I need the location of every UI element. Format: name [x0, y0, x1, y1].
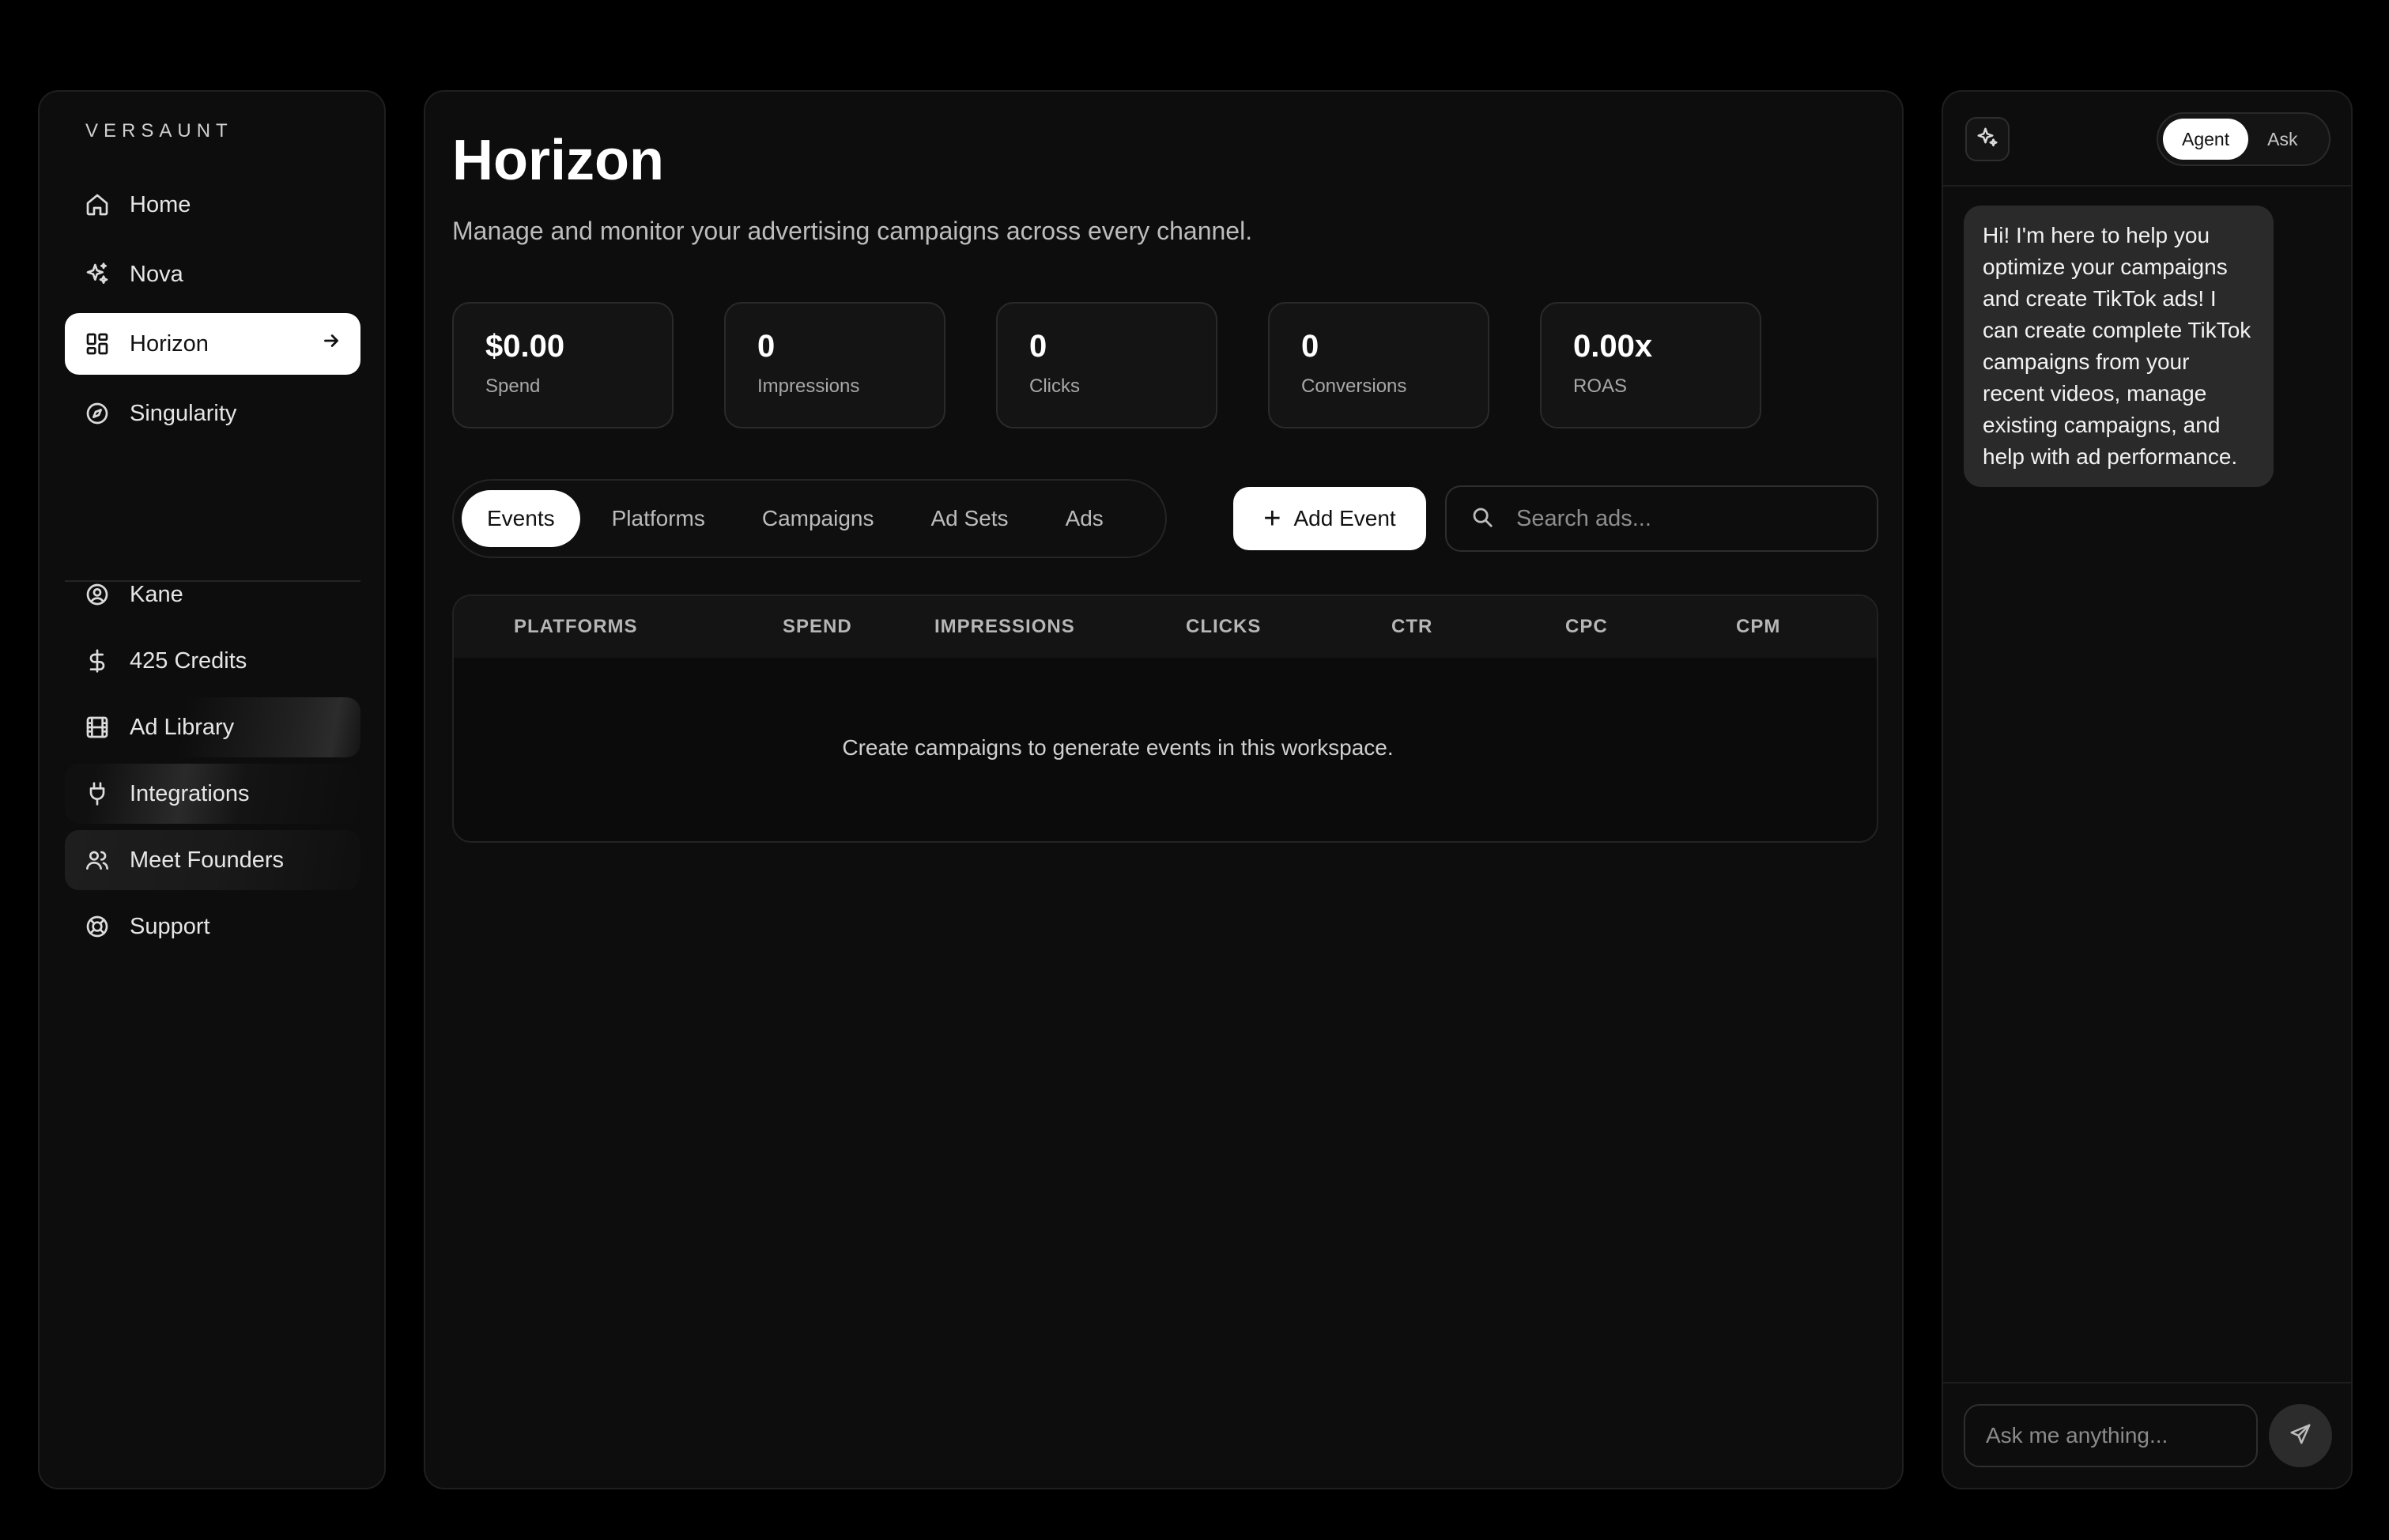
stat-label: Spend	[485, 376, 541, 397]
stat-value: 0.00x	[1573, 329, 1653, 364]
stats-row: $0.00 Spend 0 Impressions 0 Clicks 0 Con…	[452, 302, 1761, 428]
stat-card-roas: 0.00x ROAS	[1540, 302, 1761, 428]
sidebar-item-nova[interactable]: Nova	[65, 243, 360, 305]
sidebar-item-label: Nova	[130, 261, 183, 287]
dollar-icon	[84, 647, 111, 674]
assistant-panel: Agent Ask Hi! I'm here to help you optim…	[1942, 90, 2353, 1489]
home-icon	[84, 191, 111, 218]
mode-ask[interactable]: Ask	[2248, 119, 2316, 160]
sparkles-icon	[1976, 126, 1999, 153]
sidebar-item-label: Home	[130, 191, 191, 217]
mode-toggle: Agent Ask	[2157, 112, 2331, 166]
stat-value: 0	[757, 329, 776, 364]
tab-ad-sets[interactable]: Ad Sets	[906, 490, 1034, 547]
page-title: Horizon	[452, 129, 664, 192]
sidebar-item-support[interactable]: Support	[65, 896, 360, 957]
stat-label: Conversions	[1301, 376, 1407, 397]
sidebar: VERSAUNT Home Nova Horizon Singularity K…	[38, 90, 386, 1489]
column-header-platforms[interactable]: PLATFORMS	[514, 596, 638, 658]
lifebuoy-icon	[84, 913, 111, 940]
sidebar-item-integrations[interactable]: Integrations	[65, 764, 360, 824]
stat-card-conversions: 0 Conversions	[1268, 302, 1489, 428]
plus-icon: +	[1263, 502, 1281, 535]
tab-ads[interactable]: Ads	[1040, 490, 1129, 547]
stat-card-clicks: 0 Clicks	[996, 302, 1217, 428]
add-event-button[interactable]: + Add Event	[1233, 487, 1426, 550]
film-icon	[84, 714, 111, 741]
column-header-ctr[interactable]: CTR	[1391, 596, 1432, 658]
dashboard-grid-icon	[84, 330, 111, 357]
plug-icon	[84, 780, 111, 807]
brand-logo: VERSAUNT	[85, 120, 233, 142]
compass-icon	[84, 400, 111, 427]
sidebar-item-label: Support	[130, 913, 210, 939]
chat-input-box	[1964, 1404, 2258, 1467]
column-header-cpm[interactable]: CPM	[1736, 596, 1780, 658]
stat-label: ROAS	[1573, 376, 1628, 397]
arrow-right-icon	[321, 330, 342, 357]
send-icon	[2289, 1422, 2312, 1450]
tab-campaigns[interactable]: Campaigns	[737, 490, 900, 547]
column-header-spend[interactable]: SPEND	[783, 596, 852, 658]
column-header-cpc[interactable]: CPC	[1565, 596, 1608, 658]
table-header: PLATFORMS SPEND IMPRESSIONS CLICKS CTR C…	[454, 596, 1877, 658]
search-input[interactable]	[1515, 504, 1853, 533]
tab-events[interactable]: Events	[462, 490, 580, 547]
sidebar-item-label: Kane	[130, 581, 183, 607]
chat-footer	[1943, 1382, 2351, 1488]
stat-value: 0	[1029, 329, 1047, 364]
page-subtitle: Manage and monitor your advertising camp…	[452, 217, 1253, 245]
sidebar-item-credits[interactable]: 425 Credits	[65, 631, 360, 691]
sidebar-item-label: 425 Credits	[130, 647, 247, 674]
send-button[interactable]	[2269, 1404, 2332, 1467]
sparkles-icon	[84, 261, 111, 288]
sidebar-item-profile[interactable]: Kane	[65, 564, 360, 625]
sidebar-item-ad-library[interactable]: Ad Library	[65, 697, 360, 757]
user-circle-icon	[84, 581, 111, 608]
sidebar-item-label: Horizon	[130, 330, 209, 357]
sidebar-item-label: Integrations	[130, 780, 250, 806]
events-table: PLATFORMS SPEND IMPRESSIONS CLICKS CTR C…	[452, 594, 1878, 843]
sidebar-item-singularity[interactable]: Singularity	[65, 383, 360, 444]
chat-input[interactable]	[1984, 1422, 2237, 1449]
sidebar-item-label: Singularity	[130, 400, 237, 426]
mode-agent[interactable]: Agent	[2163, 119, 2249, 160]
assistant-sparkle-button[interactable]	[1965, 117, 2010, 161]
tab-platforms[interactable]: Platforms	[587, 490, 730, 547]
sidebar-item-home[interactable]: Home	[65, 174, 360, 236]
users-icon	[84, 847, 111, 874]
add-event-label: Add Event	[1293, 506, 1396, 530]
stat-card-impressions: 0 Impressions	[724, 302, 945, 428]
secondary-nav: Kane 425 Credits Ad Library Integrations…	[65, 564, 360, 963]
empty-state-message: Create campaigns to generate events in t…	[842, 735, 1394, 760]
stat-label: Impressions	[757, 376, 860, 397]
primary-nav: Home Nova Horizon Singularity	[65, 174, 360, 452]
stat-label: Clicks	[1029, 376, 1080, 397]
chat-header: Agent Ask	[1943, 92, 2351, 187]
main-panel: Horizon Manage and monitor your advertis…	[424, 90, 1904, 1489]
stat-value: $0.00	[485, 329, 565, 364]
stat-card-spend: $0.00 Spend	[452, 302, 674, 428]
sidebar-item-label: Meet Founders	[130, 847, 285, 873]
sidebar-item-horizon[interactable]: Horizon	[65, 313, 360, 375]
stat-value: 0	[1301, 329, 1319, 364]
sidebar-item-label: Ad Library	[130, 714, 235, 740]
assistant-message: Hi! I'm here to help you optimize your c…	[1964, 206, 2274, 487]
view-tabs: Events Platforms Campaigns Ad Sets Ads	[452, 479, 1167, 558]
column-header-impressions[interactable]: IMPRESSIONS	[934, 596, 1075, 658]
search-icon	[1470, 505, 1494, 533]
sidebar-item-meet-founders[interactable]: Meet Founders	[65, 830, 360, 890]
column-header-clicks[interactable]: CLICKS	[1186, 596, 1261, 658]
search-box	[1445, 485, 1878, 552]
